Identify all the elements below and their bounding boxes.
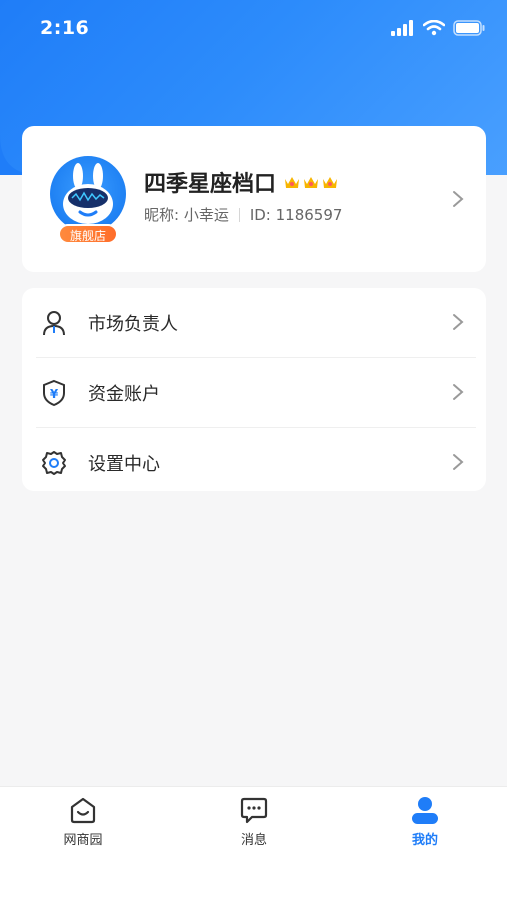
avatar-container[interactable]: 旗舰店: [50, 156, 126, 246]
signal-icon: [391, 20, 413, 36]
chat-icon: [240, 797, 268, 824]
shop-name: 四季星座档口: [144, 172, 277, 197]
menu-item-label: 资金账户: [88, 383, 160, 405]
crown-rating: [284, 175, 338, 189]
chevron-right-icon: [453, 384, 464, 400]
bottom-tab-bar: 网商园 消息 我的: [0, 786, 507, 900]
chevron-right-icon: [453, 314, 464, 330]
gear-icon: [42, 450, 66, 475]
menu-item-label: 市场负责人: [88, 313, 178, 335]
crown-icon: [285, 177, 300, 188]
menu-card: 市场负责人 ¥ 资金账户 设置中心: [22, 288, 486, 491]
wifi-icon: [423, 20, 445, 36]
user-id: ID: 1186597: [249, 205, 343, 224]
menu-item-market-manager[interactable]: 市场负责人: [22, 288, 486, 357]
store-badge: 旗舰店: [58, 224, 118, 244]
tab-label: 网商园: [63, 833, 103, 848]
rabbit-mascot-icon: [63, 163, 113, 224]
status-time: 2:16: [40, 17, 90, 39]
nickname: 昵称: 小幸运: [144, 206, 229, 224]
tab-messages[interactable]: 消息: [204, 795, 304, 848]
shop-name-row: 四季星座档口: [144, 166, 338, 198]
avatar: [50, 156, 126, 232]
chevron-right-icon: [453, 191, 464, 207]
user-icon: [412, 797, 438, 824]
tab-label: 消息: [240, 833, 267, 848]
menu-item-settings[interactable]: 设置中心: [22, 428, 486, 497]
menu-item-label: 设置中心: [88, 453, 160, 475]
crown-icon: [323, 177, 338, 188]
menu-item-fund-account[interactable]: ¥ 资金账户: [22, 358, 486, 427]
home-icon: [70, 797, 96, 824]
tab-home[interactable]: 网商园: [33, 795, 133, 848]
profile-sub-info: 昵称: 小幸运 ID: 1186597: [144, 204, 342, 225]
yen-shield-icon: ¥: [43, 379, 65, 406]
person-icon: [43, 310, 65, 335]
profile-card[interactable]: 旗舰店 四季星座档口 昵称: 小幸运 ID: 1186597: [22, 126, 486, 272]
battery-icon: [453, 20, 485, 36]
divider: [238, 207, 240, 222]
crown-icon: [304, 177, 319, 188]
tab-mine[interactable]: 我的: [375, 795, 475, 848]
tab-label: 我的: [411, 833, 438, 848]
status-bar: 2:16: [0, 0, 507, 56]
svg-text:¥: ¥: [50, 387, 59, 401]
chevron-right-icon: [453, 454, 464, 470]
